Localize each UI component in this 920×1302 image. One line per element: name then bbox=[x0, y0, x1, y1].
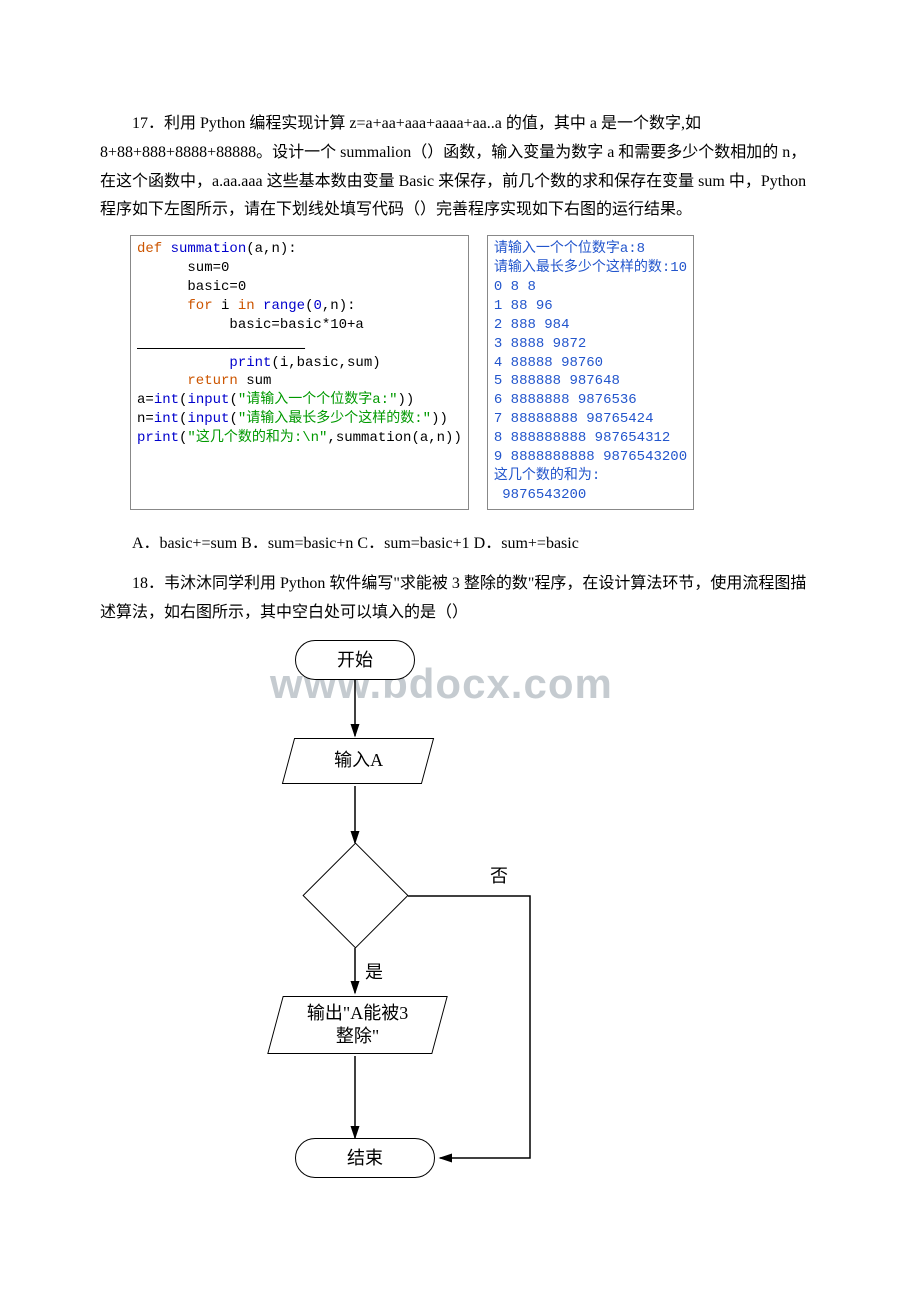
code-token: i bbox=[213, 298, 238, 314]
code-token: range bbox=[255, 298, 305, 314]
code-token: ( bbox=[229, 411, 237, 427]
out-line: 6 8888888 9876536 bbox=[494, 392, 637, 408]
out-line: 3 8888 9872 bbox=[494, 336, 586, 352]
flow-no-label: 否 bbox=[490, 860, 508, 892]
flow-input: 输入A bbox=[282, 738, 434, 784]
out-line: 请输入一个个位数字a:8 bbox=[494, 241, 645, 257]
code-token: input bbox=[187, 411, 229, 427]
out-line: 1 88 96 bbox=[494, 298, 553, 314]
out-line: 9 8888888888 9876543200 bbox=[494, 449, 687, 465]
code-token: ( bbox=[229, 392, 237, 408]
out-line: 8 888888888 987654312 bbox=[494, 430, 670, 446]
code-line: sum=0 bbox=[137, 260, 229, 276]
code-token: a= bbox=[137, 392, 154, 408]
out-line: 2 888 984 bbox=[494, 317, 570, 333]
q18-prompt: 18．韦沐沐同学利用 Python 软件编写"求能被 3 整除的数"程序，在设计… bbox=[100, 570, 820, 628]
q17-options: A．basic+=sum B．sum=basic+n C．sum=basic+1… bbox=[100, 530, 820, 559]
out-line: 请输入最长多少个这样的数:10 bbox=[494, 260, 687, 276]
code-token: n= bbox=[137, 411, 154, 427]
flow-end: 结束 bbox=[295, 1138, 435, 1178]
code-token: )) bbox=[397, 392, 414, 408]
code-token: (a,n): bbox=[246, 241, 296, 257]
out-line: 7 88888888 98765424 bbox=[494, 411, 654, 427]
q17-code: def summation(a,n): sum=0 basic=0 for i … bbox=[130, 235, 469, 509]
code-token: int bbox=[154, 392, 179, 408]
out-line: 4 88888 98760 bbox=[494, 355, 603, 371]
flow-arrows bbox=[240, 638, 670, 1208]
out-line: 9876543200 bbox=[494, 487, 586, 503]
code-token: return bbox=[137, 373, 238, 389]
code-blank: _________ bbox=[137, 336, 305, 352]
code-line: basic=0 bbox=[137, 279, 246, 295]
code-token: "请输入最长多少个这样的数:" bbox=[238, 411, 431, 427]
out-line: 0 8 8 bbox=[494, 279, 536, 295]
out-line: 5 888888 987648 bbox=[494, 373, 620, 389]
code-token: (i,basic,sum) bbox=[271, 355, 380, 371]
code-token: input bbox=[187, 392, 229, 408]
code-token: print bbox=[137, 430, 179, 446]
code-token: "请输入一个个位数字a:" bbox=[238, 392, 398, 408]
flow-output: 输出"A能被3 整除" bbox=[267, 996, 448, 1054]
code-token: ,n): bbox=[322, 298, 356, 314]
code-token: sum bbox=[238, 373, 272, 389]
out-line: 这几个数的和为: bbox=[494, 468, 600, 484]
q18-flowchart: www.bdocx.com 开始 输入A 否 是 输出"A能被3 整除" 结束 bbox=[240, 638, 670, 1208]
flow-output-label: 输出"A能被3 整除" bbox=[307, 1002, 408, 1049]
code-token: ,summation(a,n)) bbox=[327, 430, 461, 446]
code-line: basic=basic*10+a bbox=[137, 317, 364, 333]
q17-figure: def summation(a,n): sum=0 basic=0 for i … bbox=[130, 235, 820, 509]
code-token: print bbox=[137, 355, 271, 371]
code-token: summation bbox=[162, 241, 246, 257]
flow-start: 开始 bbox=[295, 640, 415, 680]
q17-prompt: 17．利用 Python 编程实现计算 z=a+aa+aaa+aaaa+aa..… bbox=[100, 110, 820, 225]
code-token: def bbox=[137, 241, 162, 257]
flow-decision bbox=[302, 843, 408, 949]
code-token: int bbox=[154, 411, 179, 427]
flow-yes-label: 是 bbox=[365, 956, 383, 988]
flow-input-label: 输入A bbox=[334, 749, 383, 772]
code-token: )) bbox=[431, 411, 448, 427]
code-token: in bbox=[238, 298, 255, 314]
code-token: "这几个数的和为:\n" bbox=[187, 430, 327, 446]
code-token: for bbox=[137, 298, 213, 314]
q17-output: 请输入一个个位数字a:8 请输入最长多少个这样的数:10 0 8 8 1 88 … bbox=[487, 235, 694, 509]
code-token: 0 bbox=[313, 298, 321, 314]
